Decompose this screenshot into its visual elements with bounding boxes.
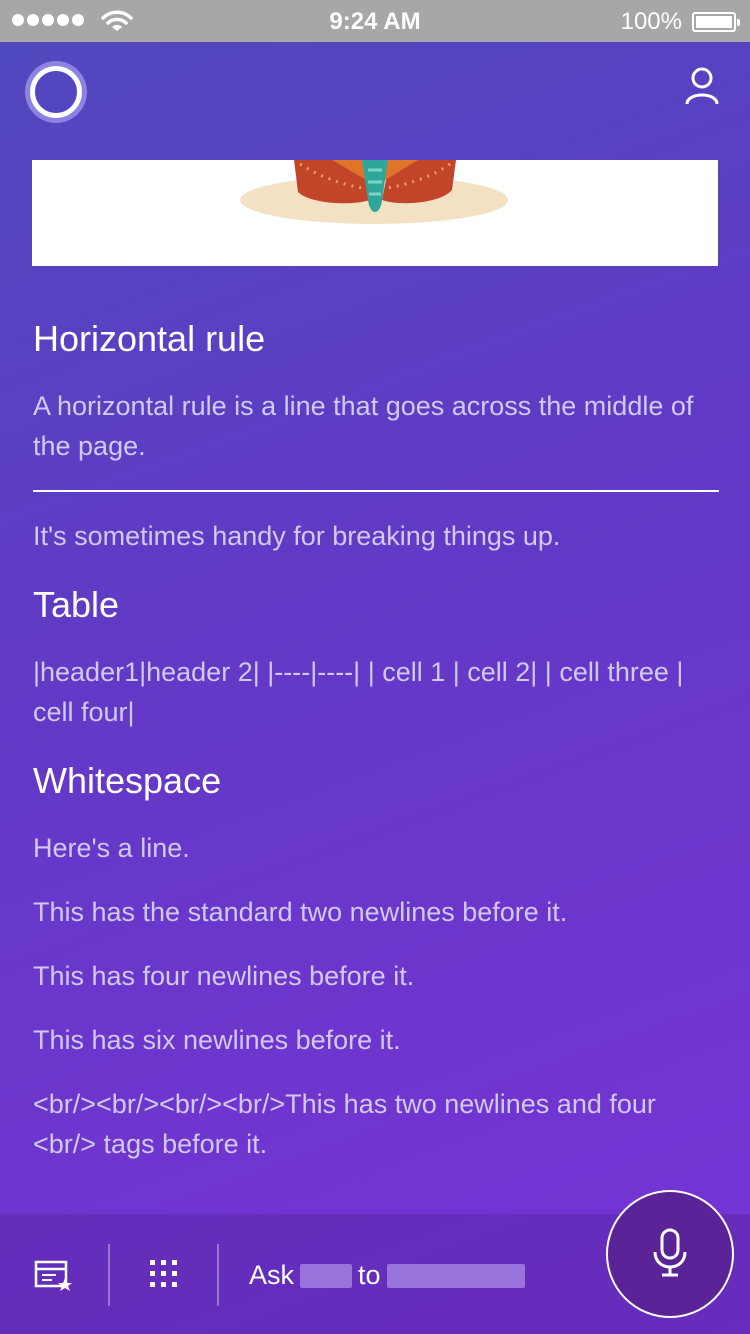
mask-illustration (240, 160, 508, 224)
horizontal-rule-description: A horizontal rule is a line that goes ac… (33, 391, 694, 461)
divider (108, 1244, 110, 1306)
cortana-icon[interactable] (30, 66, 82, 118)
ask-label: Ask (249, 1260, 295, 1290)
ask-prompt[interactable]: Ask to (249, 1260, 531, 1291)
microphone-icon (653, 1228, 687, 1277)
section-title-whitespace: Whitespace (33, 760, 222, 801)
table-raw-text: |header1|header 2| |----|----| | cell 1 … (33, 657, 684, 727)
whitespace-line: This has four newlines before it. (33, 961, 415, 991)
redacted-text (386, 1263, 525, 1288)
whitespace-line: Here's a line. (33, 833, 190, 863)
battery-percent: 100% (620, 8, 682, 35)
battery-icon (692, 12, 740, 32)
microphone-button[interactable] (606, 1190, 734, 1318)
profile-icon[interactable] (684, 66, 720, 106)
notebook-icon[interactable] (34, 1258, 74, 1292)
divider (217, 1244, 219, 1306)
horizontal-rule (33, 490, 719, 492)
section-title-table: Table (33, 584, 120, 625)
whitespace-line: This has six newlines before it. (33, 1025, 401, 1055)
section-title-horizontal-rule: Horizontal rule (33, 318, 266, 359)
redacted-name (300, 1263, 353, 1288)
horizontal-rule-after-text: It's sometimes handy for breaking things… (33, 521, 561, 551)
to-label: to (358, 1260, 381, 1290)
whitespace-line: <br/><br/><br/><br/>This has two newline… (33, 1089, 656, 1159)
illustration-card (32, 160, 718, 266)
whitespace-line: This has the standard two newlines befor… (33, 897, 568, 927)
status-bar: 9:24 AM 100% (0, 0, 750, 42)
apps-grid-icon[interactable] (150, 1260, 178, 1288)
